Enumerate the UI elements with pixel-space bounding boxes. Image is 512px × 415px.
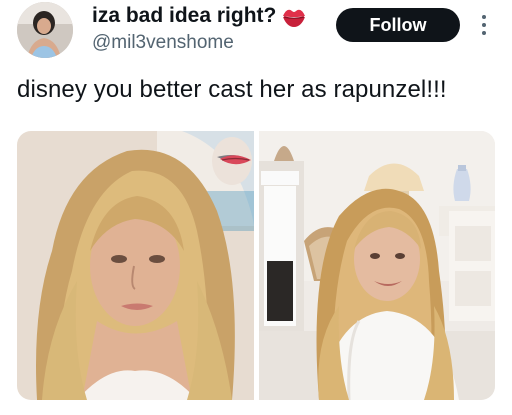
display-name[interactable]: iza bad idea right? bbox=[92, 4, 276, 28]
photo-right[interactable] bbox=[259, 131, 495, 400]
follow-button[interactable]: Follow bbox=[336, 8, 460, 42]
avatar-image bbox=[17, 2, 73, 58]
tweet-media[interactable] bbox=[17, 131, 495, 400]
kiss-mark-icon bbox=[283, 9, 305, 27]
photo-right-image bbox=[259, 131, 495, 400]
avatar[interactable] bbox=[17, 2, 73, 58]
photo-left[interactable] bbox=[17, 131, 254, 400]
more-vertical-icon[interactable] bbox=[479, 13, 489, 37]
photo-left-image bbox=[17, 131, 254, 400]
user-handle[interactable]: @mil3venshome bbox=[92, 32, 234, 54]
tweet-text: disney you better cast her as rapunzel!!… bbox=[17, 76, 447, 103]
